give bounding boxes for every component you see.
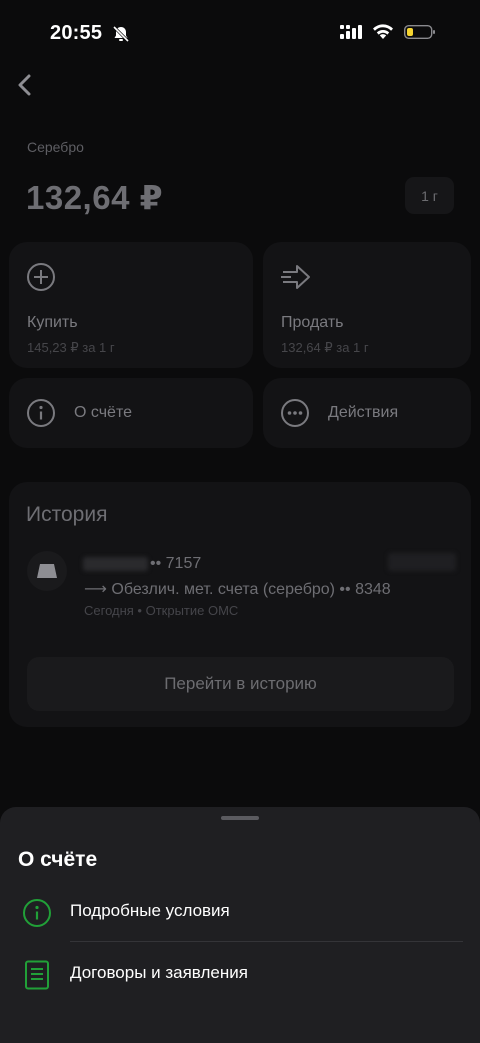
status-bar: 20:55 xyxy=(0,0,480,70)
arrow-right-icon xyxy=(279,262,313,297)
document-icon xyxy=(22,960,52,990)
about-account-card[interactable]: О счёте xyxy=(9,378,253,448)
sheet-grabber[interactable] xyxy=(221,816,259,820)
redacted-name xyxy=(83,557,148,571)
wifi-icon xyxy=(372,24,394,45)
battery-icon xyxy=(403,24,436,45)
buy-label: Купить xyxy=(27,314,78,331)
metal-price: 132,64 ₽ xyxy=(26,179,164,216)
info-icon xyxy=(26,398,56,433)
metal-label: Серебро xyxy=(27,139,84,155)
actions-label: Действия xyxy=(328,404,399,421)
sheet-item-label: Подробные условия xyxy=(70,901,230,920)
sheet-item-label: Договоры и заявления xyxy=(70,963,248,982)
transaction-icon xyxy=(27,551,67,591)
sell-card[interactable]: Продать 132,64 ₽ за 1 г xyxy=(263,242,471,368)
bell-off-icon xyxy=(112,25,130,43)
transaction-to[interactable]: ⟶ Обезлич. мет. счета (серебро) •• 8348 xyxy=(84,579,391,599)
sell-label: Продать xyxy=(281,314,344,331)
transaction-meta: Сегодня • Открытие ОМС xyxy=(84,603,239,618)
screen: 20:55 Серебро 132,64 ₽ 1 г Купить 145,23… xyxy=(0,0,480,1043)
about-account-sheet: О счёте Подробные условия Договоры и зая… xyxy=(0,807,480,1043)
more-icon xyxy=(280,398,310,433)
sell-price: 132,64 ₽ за 1 г xyxy=(281,340,369,355)
go-to-history-button[interactable]: Перейти в историю xyxy=(27,657,454,711)
status-indicators xyxy=(340,24,436,45)
unit-selector[interactable]: 1 г xyxy=(405,177,454,214)
transaction-from[interactable]: •• 7157 xyxy=(150,555,201,573)
buy-price: 145,23 ₽ за 1 г xyxy=(27,340,115,355)
about-account-label: О счёте xyxy=(74,404,132,421)
signal-icon xyxy=(340,24,362,45)
sheet-item-contracts[interactable]: Договоры и заявления xyxy=(0,943,480,1005)
sheet-title: О счёте xyxy=(18,848,98,871)
actions-card[interactable]: Действия xyxy=(263,378,471,448)
divider xyxy=(70,941,463,942)
metal-bar-icon xyxy=(37,564,57,578)
buy-card[interactable]: Купить 145,23 ₽ за 1 г xyxy=(9,242,253,368)
info-icon xyxy=(22,898,52,928)
back-button[interactable] xyxy=(10,70,40,100)
plus-circle-icon xyxy=(26,262,56,297)
chevron-left-icon xyxy=(18,74,31,96)
history-title: История xyxy=(26,503,108,526)
status-time: 20:55 xyxy=(50,22,103,44)
sheet-item-detailed-terms[interactable]: Подробные условия xyxy=(0,881,480,943)
redacted-amount xyxy=(388,553,456,571)
